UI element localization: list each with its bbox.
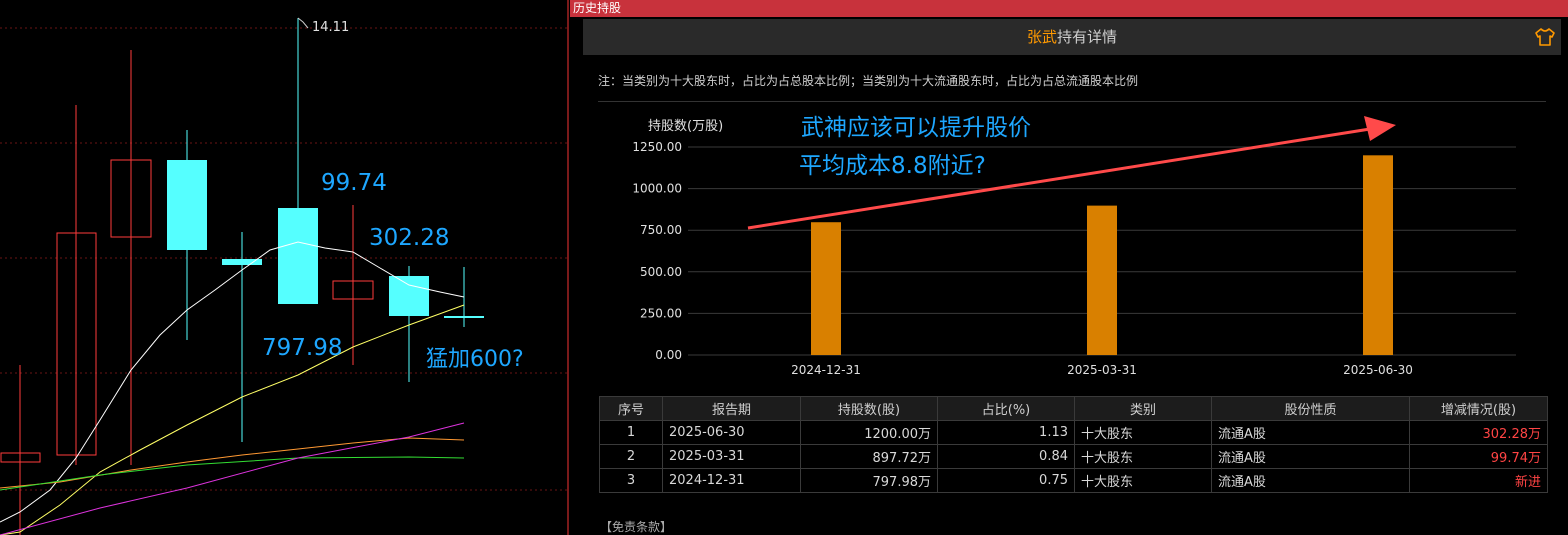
col-header-category[interactable]: 类别 bbox=[1074, 396, 1212, 421]
candle bbox=[0, 365, 41, 535]
ma-line-green bbox=[0, 456, 465, 491]
x-tick-label: 2025-03-31 bbox=[1067, 363, 1137, 377]
disclaimer-link[interactable]: 【免责条款】 bbox=[600, 518, 672, 535]
annotation-99-74: 99.74 bbox=[321, 170, 387, 196]
stage: 14.11 99.74 302.28 797.98 猛加600? 历史持股 张武… bbox=[0, 0, 1568, 535]
holder-name[interactable]: 张武 bbox=[1027, 28, 1057, 46]
cell-share-type: 流通A股 bbox=[1211, 468, 1410, 493]
annotation-302-28: 302.28 bbox=[369, 225, 450, 251]
overlay-text-line2: 平均成本8.8附近? bbox=[799, 153, 986, 179]
cell-index: 3 bbox=[599, 468, 663, 493]
cell-ratio: 1.13 bbox=[937, 420, 1075, 445]
holder-title-suffix: 持有详情 bbox=[1057, 28, 1118, 46]
cell-ratio: 0.75 bbox=[937, 468, 1075, 493]
cell-share-type: 流通A股 bbox=[1211, 444, 1410, 469]
x-tick-label: 2024-12-31 bbox=[791, 363, 861, 377]
holdings-table: 序号 报告期 持股数(股) 占比(%) 类别 股份性质 增减情况(股) 1 20… bbox=[599, 396, 1548, 493]
cell-category: 十大股东 bbox=[1074, 444, 1212, 469]
overlay-text-line1: 武神应该可以提升股价 bbox=[801, 115, 1031, 141]
cell-change: 302.28万 bbox=[1409, 420, 1548, 445]
cell-period: 2024-12-31 bbox=[662, 468, 801, 493]
holder-header: 张武持有详情 bbox=[583, 19, 1561, 55]
table-row[interactable]: 3 2024-12-31 797.98万 0.75 十大股东 流通A股 新进 bbox=[599, 468, 1548, 493]
cell-ratio: 0.84 bbox=[937, 444, 1075, 469]
cell-index: 1 bbox=[599, 420, 663, 445]
cell-change: 新进 bbox=[1409, 468, 1548, 493]
annotation-add-600: 猛加600? bbox=[426, 347, 524, 372]
cell-change: 99.74万 bbox=[1409, 444, 1548, 469]
bar bbox=[811, 222, 841, 355]
cell-period: 2025-03-31 bbox=[662, 444, 801, 469]
table-header-row: 序号 报告期 持股数(股) 占比(%) 类别 股份性质 增减情况(股) bbox=[599, 396, 1548, 421]
candle bbox=[278, 18, 318, 304]
col-header-index[interactable]: 序号 bbox=[599, 396, 663, 421]
col-header-ratio[interactable]: 占比(%) bbox=[937, 396, 1075, 421]
x-tick-label: 2025-06-30 bbox=[1343, 363, 1413, 377]
cell-category: 十大股东 bbox=[1074, 420, 1212, 445]
shirt-icon[interactable] bbox=[1534, 27, 1556, 47]
high-price-label: 14.11 bbox=[312, 20, 350, 35]
cell-shares: 797.98万 bbox=[800, 468, 938, 493]
col-header-share-type[interactable]: 股份性质 bbox=[1211, 396, 1410, 421]
candle bbox=[56, 105, 97, 465]
candle bbox=[389, 266, 429, 382]
note-text: 注：当类别为十大股东时，占比为占总股本比例；当类别为十大流通股东时，占比为占总流… bbox=[598, 74, 1139, 88]
y-tick-label: 0.00 bbox=[655, 348, 682, 362]
col-header-change[interactable]: 增减情况(股) bbox=[1409, 396, 1548, 421]
y-tick-label: 1250.00 bbox=[632, 140, 682, 154]
holder-title: 张武持有详情 bbox=[583, 19, 1561, 55]
annotation-797-98: 797.98 bbox=[262, 335, 343, 361]
panel-title: 历史持股 bbox=[573, 1, 622, 15]
ma-line-magenta bbox=[0, 422, 465, 535]
kline-chart bbox=[0, 0, 569, 535]
cell-shares: 897.72万 bbox=[800, 444, 938, 469]
y-tick-label: 250.00 bbox=[640, 306, 682, 320]
y-tick-label: 750.00 bbox=[640, 223, 682, 237]
ma-line-orange bbox=[0, 437, 465, 489]
y-axis-label: 持股数(万股) bbox=[648, 119, 723, 134]
table-row[interactable]: 2 2025-03-31 897.72万 0.84 十大股东 流通A股 99.7… bbox=[599, 444, 1548, 469]
candle bbox=[167, 130, 207, 340]
col-header-period[interactable]: 报告期 bbox=[662, 396, 801, 421]
cell-share-type: 流通A股 bbox=[1211, 420, 1410, 445]
cell-shares: 1200.00万 bbox=[800, 420, 938, 445]
col-header-shares[interactable]: 持股数(股) bbox=[800, 396, 938, 421]
y-tick-label: 500.00 bbox=[640, 265, 682, 279]
candle bbox=[222, 232, 262, 442]
cell-index: 2 bbox=[599, 444, 663, 469]
panel-title-bar: 历史持股 bbox=[570, 0, 1568, 17]
divider bbox=[598, 101, 1546, 102]
cell-category: 十大股东 bbox=[1074, 468, 1212, 493]
ma-line-yellow bbox=[0, 304, 465, 535]
y-tick-label: 1000.00 bbox=[632, 182, 682, 196]
table-row[interactable]: 1 2025-06-30 1200.00万 1.13 十大股东 流通A股 302… bbox=[599, 420, 1548, 445]
cell-period: 2025-06-30 bbox=[662, 420, 801, 445]
